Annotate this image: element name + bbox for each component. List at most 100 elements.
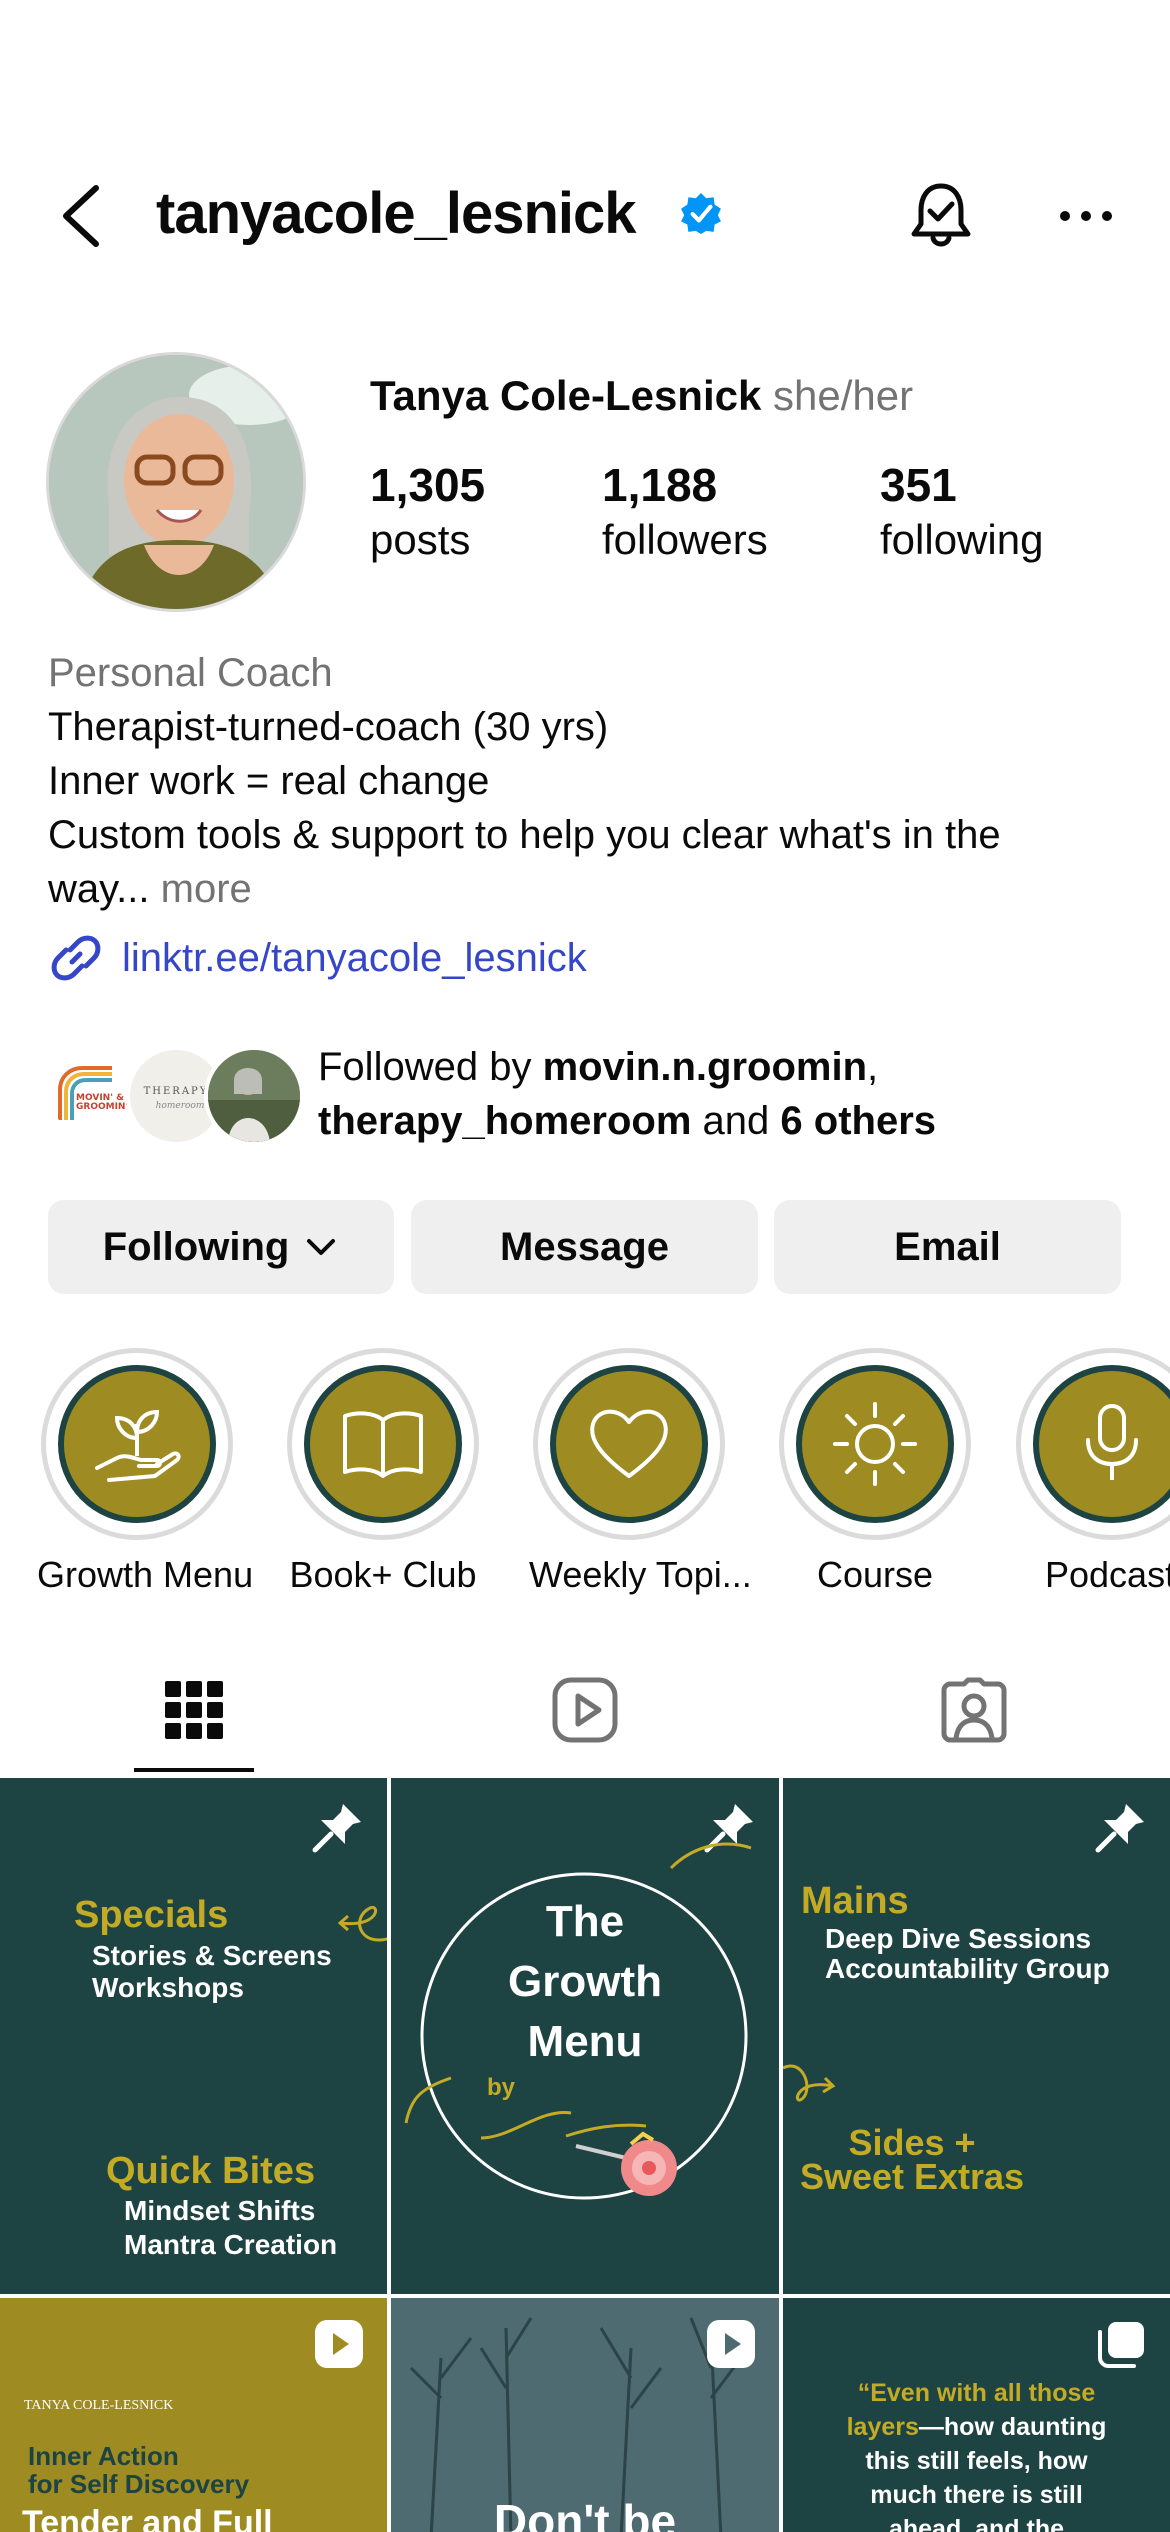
pronouns-text: she/her — [773, 372, 914, 419]
tab-reels[interactable] — [525, 1660, 645, 1760]
followed-by-text: Followed by movin.n.groomin, therapy_hom… — [318, 1040, 936, 1148]
follower-photo — [208, 1050, 300, 1142]
stat-following-value: 351 — [880, 459, 957, 511]
stat-followers-label: followers — [602, 516, 768, 563]
reel-play-icon — [315, 2320, 363, 2368]
stat-posts-value: 1,305 — [370, 459, 486, 511]
back-chevron-icon[interactable] — [54, 184, 114, 248]
notification-bell-icon[interactable] — [906, 178, 976, 252]
post-tile[interactable]: Mains Deep Dive Sessions Accountability … — [783, 1778, 1170, 2294]
highlight-podcast[interactable]: Podcast — [1016, 1348, 1170, 1596]
post-text: Quick Bites — [106, 2150, 316, 2192]
post-tile[interactable]: TANYA COLE-LESNICK Inner Action for Self… — [0, 2298, 387, 2532]
message-button-label: Message — [500, 1224, 669, 1269]
post-text: Inner Action — [28, 2441, 179, 2471]
followed-prefix: Followed by — [318, 1045, 532, 1089]
svg-text:homeroom: homeroom — [156, 1101, 205, 1111]
followed-and: and — [702, 1099, 770, 1143]
pin-icon — [312, 1804, 361, 1853]
link-chain-icon — [51, 935, 101, 981]
microphone-icon — [1086, 1404, 1138, 1480]
highlight-ring — [41, 1348, 233, 1540]
highlight-label: Growth Menu — [37, 1554, 254, 1595]
highlight-label: Course — [816, 1554, 934, 1595]
sun-icon — [833, 1402, 917, 1486]
highlight-book-club[interactable]: Book+ Club — [283, 1348, 483, 1596]
highlight-weekly-topics[interactable]: Weekly Topi... — [529, 1348, 752, 1596]
post-text: Deep Dive Sessions — [825, 1923, 1092, 1954]
post-text: Mindset Shifts — [124, 2195, 316, 2226]
post-text: “Even with all those — [857, 2379, 1096, 2407]
post-tile[interactable]: The Growth Menu by — [391, 1778, 779, 2294]
highlight-ring — [1016, 1348, 1170, 1540]
post-text: Sweet Extras — [799, 2156, 1025, 2197]
bio-line: way... more — [48, 862, 1138, 916]
post-text: Growth — [508, 1957, 662, 2006]
profile-header: tanyacole_lesnick — [0, 170, 1170, 260]
pin-icon — [1095, 1804, 1144, 1853]
highlight-ring — [533, 1348, 725, 1540]
highlight-label: Podcast — [1045, 1554, 1170, 1595]
post-text: Don't be — [493, 2495, 677, 2532]
profile-category: Personal Coach — [48, 651, 333, 695]
tab-tagged[interactable] — [914, 1660, 1034, 1760]
highlight-growth-menu[interactable]: Growth Menu — [37, 1348, 254, 1596]
svg-text:THERAPY: THERAPY — [144, 1086, 209, 1097]
stat-followers-value: 1,188 — [602, 459, 718, 511]
stat-following[interactable]: 351 following — [880, 458, 1043, 564]
followed-user-1: movin.n.groomin — [542, 1045, 867, 1089]
highlight-ring — [779, 1348, 971, 1540]
post-text: —how daunting — [918, 2413, 1107, 2441]
svg-text:GROOMIN': GROOMIN' — [76, 1102, 128, 1112]
followed-by-row[interactable]: MOVIN' & GROOMIN' THERAPY homeroom Follo… — [48, 1040, 1138, 1150]
message-button[interactable]: Message — [411, 1200, 758, 1294]
stat-posts[interactable]: 1,305 posts — [370, 458, 485, 564]
header-username: tanyacole_lesnick — [156, 181, 637, 246]
tagged-person-icon — [941, 1677, 1007, 1743]
highlight-course[interactable]: Course — [775, 1348, 975, 1596]
post-text-block: Inner Action for Self Discovery — [28, 2442, 249, 2498]
plant-hand-icon — [95, 1409, 181, 1482]
heart-icon — [590, 1409, 668, 1478]
reels-icon — [552, 1677, 618, 1743]
tab-grid[interactable] — [134, 1660, 254, 1760]
post-text: Mantra Creation — [124, 2229, 338, 2260]
post-text: The — [545, 1897, 625, 1946]
highlight-cover — [304, 1365, 462, 1523]
post-quote: “Even with all those layers—how daunting… — [783, 2376, 1170, 2532]
post-tile[interactable]: Specials Stories & Screens Workshops Qui… — [0, 1778, 387, 2294]
post-text: Specials — [74, 1894, 229, 1936]
email-button[interactable]: Email — [774, 1200, 1121, 1294]
stat-followers[interactable]: 1,188 followers — [602, 458, 768, 564]
post-tile[interactable]: “Even with all those layers—how daunting… — [783, 2298, 1170, 2532]
post-text: this still feels, how — [865, 2447, 1088, 2475]
tab-active-indicator — [134, 1768, 254, 1772]
highlight-cover — [796, 1365, 954, 1523]
bio-line-text: way... — [48, 867, 150, 911]
highlight-label: Weekly Topi... — [529, 1554, 752, 1595]
full-name-text: Tanya Cole-Lesnick — [370, 372, 762, 419]
post-title-block: The Growth Menu — [391, 1892, 779, 2072]
post-text-block: Mindset Shifts Mantra Creation — [124, 2194, 337, 2262]
open-book-icon — [343, 1411, 423, 1478]
post-text: Accountability Group — [825, 1953, 1110, 1984]
following-button[interactable]: Following — [48, 1200, 394, 1294]
highlight-cover — [58, 1365, 216, 1523]
stat-posts-label: posts — [370, 516, 471, 563]
profile-bio: Personal Coach Therapist-turned-coach (3… — [48, 646, 1138, 916]
post-text: Mains — [801, 1880, 909, 1922]
profile-link[interactable]: linktr.ee/tanyacole_lesnick — [48, 930, 587, 986]
profile-link-text[interactable]: linktr.ee/tanyacole_lesnick — [122, 936, 587, 981]
profile-avatar[interactable] — [46, 352, 306, 612]
more-options-icon[interactable] — [1058, 208, 1114, 224]
highlight-label: Book+ Club — [289, 1554, 477, 1595]
highlight-cover — [1033, 1365, 1170, 1523]
carousel-icon — [1098, 2322, 1144, 2368]
post-tile[interactable]: Don't be — [391, 2298, 779, 2532]
post-text: Menu — [527, 2017, 643, 2066]
post-text: much there is still — [870, 2481, 1083, 2509]
post-text: by — [487, 2074, 516, 2101]
bio-line: Inner work = real change — [48, 759, 490, 803]
posts-grid: Specials Stories & Screens Workshops Qui… — [0, 1778, 1170, 2532]
bio-more-link[interactable]: more — [161, 867, 252, 911]
